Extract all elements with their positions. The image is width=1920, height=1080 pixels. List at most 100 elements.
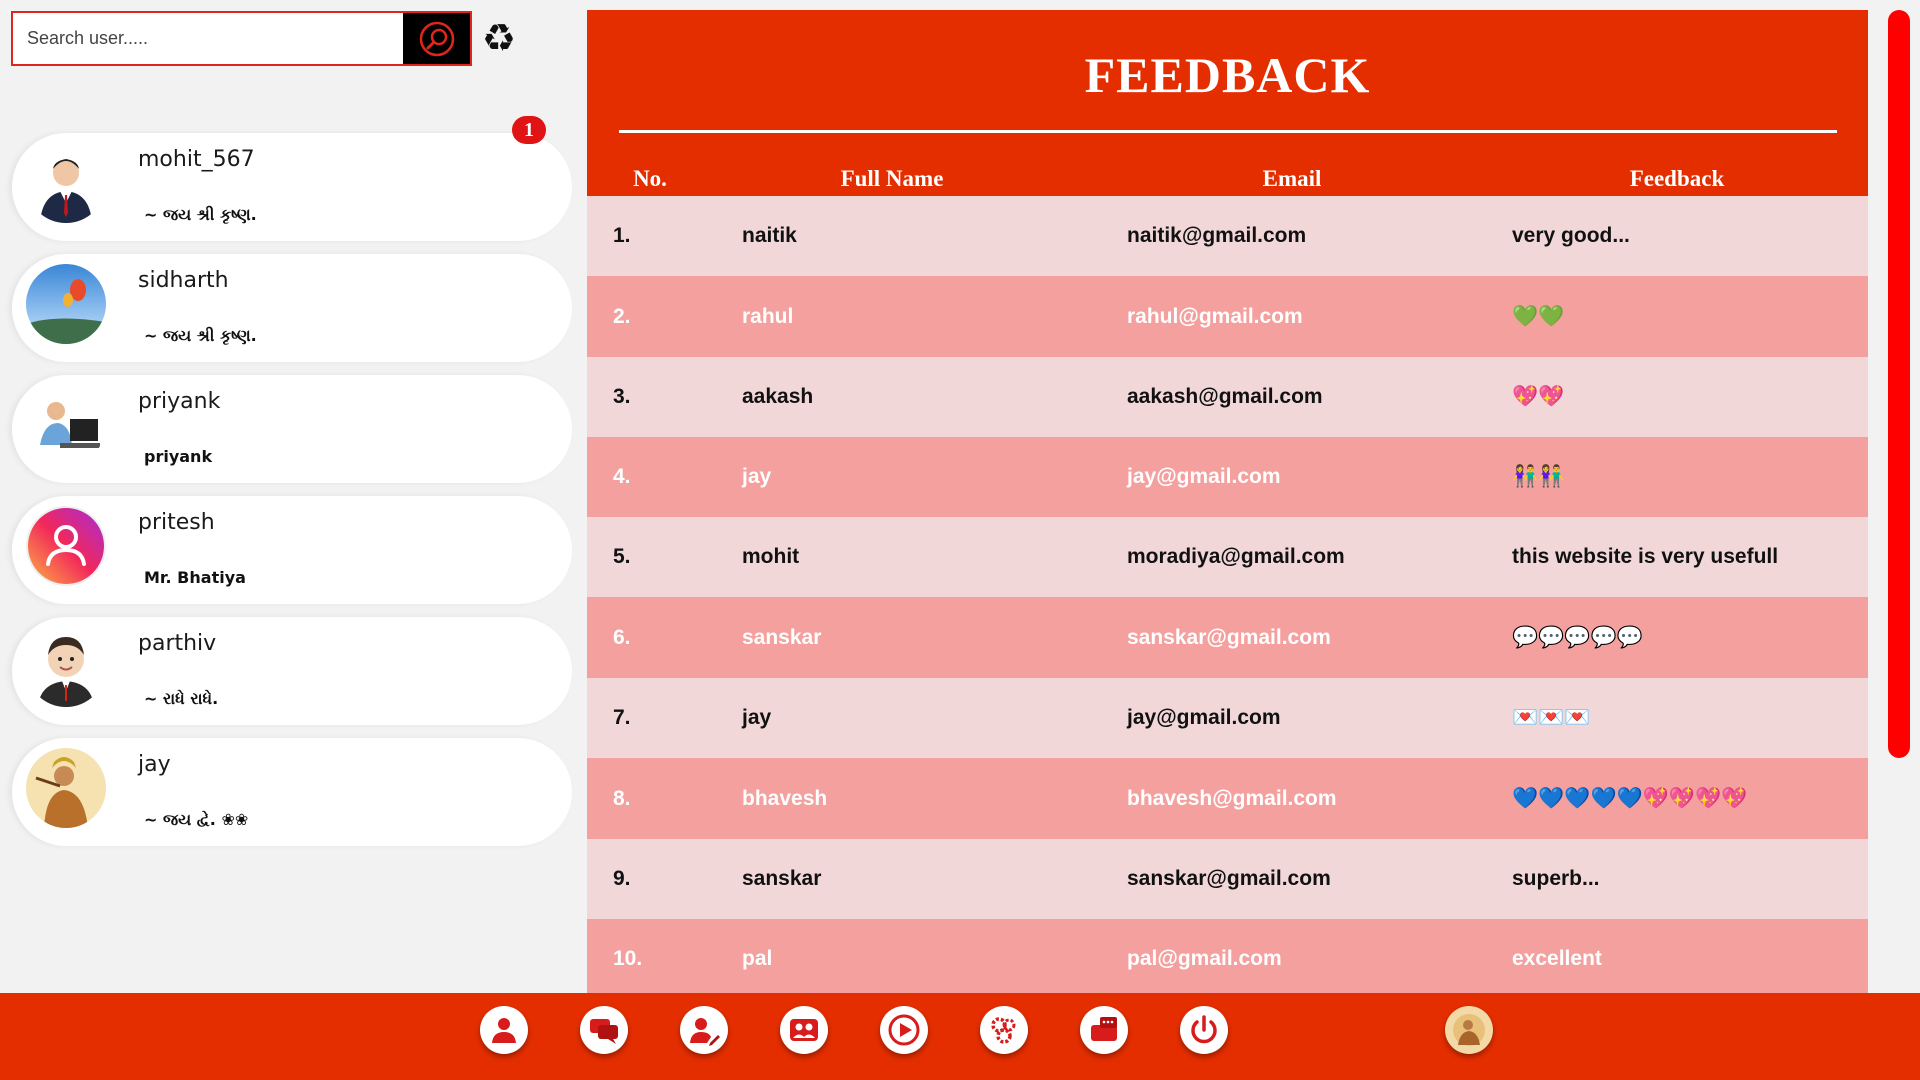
settings-gears-icon [991,1017,1016,1044]
profile-photo-icon [1453,1014,1485,1046]
search-box [11,11,472,66]
row-number: 5. [613,545,631,568]
row-feedback: very good... [1512,224,1630,247]
row-feedback: excellent [1512,947,1602,970]
recycle-icon[interactable]: ♻ [477,16,521,60]
column-header-feedback: Feedback [1629,166,1725,191]
feedback-panel: FEEDBACK No. Full Name Email Feedback 1.… [587,10,1868,993]
table-row: 9. sanskar sanskar@gmail.com superb... [587,839,1868,919]
row-email: sanskar@gmail.com [1127,625,1331,649]
row-number: 1. [613,224,631,247]
row-full-name: jay [742,706,772,729]
row-feedback: this website is very usefull [1512,545,1779,568]
video-play-icon [888,1014,920,1046]
user-card-jay[interactable]: jay ~ જય દ્વે. ❀❀ [12,738,572,846]
row-feedback: 💖💖 [1512,385,1565,408]
avatar [26,143,106,223]
nav-group-button[interactable] [780,1006,828,1054]
row-number: 2. [613,304,631,328]
table-row: 8. bhavesh bhavesh@gmail.com 💙💙💙💙💙💖💖💖💖 [587,758,1868,839]
row-email: bhavesh@gmail.com [1127,786,1337,810]
column-header-full-name: Full Name [840,166,944,191]
user-card-priyank[interactable]: priyank priyank [12,375,572,483]
user-status: ~ જય દ્વે. ❀❀ [144,810,249,829]
feedback-icon [1091,1017,1117,1041]
row-feedback: 💌💌💌 [1512,706,1591,729]
row-full-name: rahul [742,304,794,328]
table-row: 4. jay jay@gmail.com 👫👫 [587,437,1868,517]
row-full-name: pal [742,947,773,970]
row-number: 6. [613,625,631,649]
avatar [26,264,106,344]
row-email: moradiya@gmail.com [1127,545,1345,568]
row-email: sanskar@gmail.com [1127,867,1331,890]
user-card-pritesh[interactable]: pritesh Mr. Bhatiya [12,496,572,604]
scrollbar[interactable] [1888,10,1910,758]
sidebar: ♻ 1 mohit_567 ~ જય શ્રી કૃષ્ણ. sidharth … [0,0,576,993]
nav-feedback-button[interactable] [1080,1006,1128,1054]
user-status: ~ જય શ્રી કૃષ્ણ. [144,326,257,345]
search-button[interactable] [403,13,470,64]
title-divider [619,130,1837,133]
row-number: 7. [613,706,631,729]
user-name: mohit_567 [138,147,255,172]
row-full-name: mohit [742,545,800,568]
row-email: jay@gmail.com [1127,465,1281,488]
page-title: FEEDBACK [1084,47,1371,103]
user-card-mohit[interactable]: mohit_567 ~ જય શ્રી કૃષ્ણ. [12,133,572,241]
row-number: 3. [613,385,631,408]
user-edit-icon [690,1018,720,1046]
user-name: sidharth [138,268,229,293]
row-email: pal@gmail.com [1127,947,1282,970]
user-name: parthiv [138,631,217,656]
row-feedback: 💚💚 [1512,304,1565,328]
nav-settings-button[interactable] [980,1006,1028,1054]
row-full-name: sanskar [742,867,822,890]
row-feedback: 👫👫 [1512,465,1565,488]
user-card-parthiv[interactable]: parthiv ~ રાધે રાધે. [12,617,572,725]
nav-video-button[interactable] [880,1006,928,1054]
row-number: 10. [613,947,643,970]
row-email: rahul@gmail.com [1127,304,1303,328]
nav-my-profile-button[interactable] [1445,1006,1493,1054]
user-card-sidharth[interactable]: sidharth ~ જય શ્રી કૃષ્ણ. [12,254,572,362]
table-row: 5. mohit moradiya@gmail.com this website is… [587,517,1868,597]
unread-badge: 1 [512,116,546,144]
table-row: 6. sanskar sanskar@gmail.com 💬💬💬💬💬 [587,597,1868,678]
table-row: 3. aakash aakash@gmail.com 💖💖 [587,357,1868,437]
user-status: ~ રાધે રાધે. [144,689,219,708]
table-row: 10. pal pal@gmail.com excellent [587,919,1868,993]
nav-profile-button[interactable] [480,1006,528,1054]
search-icon [419,21,454,56]
user-name: priyank [138,389,221,414]
row-full-name: bhavesh [742,786,828,810]
search-input[interactable] [13,13,403,64]
table-row: 7. jay jay@gmail.com 💌💌💌 [587,678,1868,758]
row-number: 4. [613,465,631,488]
nav-logout-button[interactable] [1180,1006,1228,1054]
row-email: aakash@gmail.com [1127,385,1323,408]
user-name: jay [138,752,171,777]
row-full-name: sanskar [742,625,822,649]
row-full-name: aakash [742,385,814,408]
power-icon [1191,1015,1217,1044]
user-name: pritesh [138,510,215,535]
row-email: jay@gmail.com [1127,706,1281,729]
avatar [26,506,106,586]
row-number: 8. [613,786,631,810]
row-feedback: superb... [1512,867,1600,890]
nav-chat-button[interactable] [580,1006,628,1054]
user-status: Mr. Bhatiya [144,568,246,587]
row-full-name: jay [742,465,772,488]
column-header-no: No. [633,166,667,191]
row-email: naitik@gmail.com [1127,224,1307,247]
bottom-nav-bar [0,993,1920,1080]
group-icon [790,1019,818,1041]
row-full-name: naitik [742,224,797,247]
user-status: priyank [144,447,213,466]
avatar [26,385,106,465]
row-number: 9. [613,867,631,890]
row-feedback: 💬💬💬💬💬 [1512,625,1643,649]
table-row: 2. rahul rahul@gmail.com 💚💚 [587,276,1868,357]
nav-user-edit-button[interactable] [680,1006,728,1054]
